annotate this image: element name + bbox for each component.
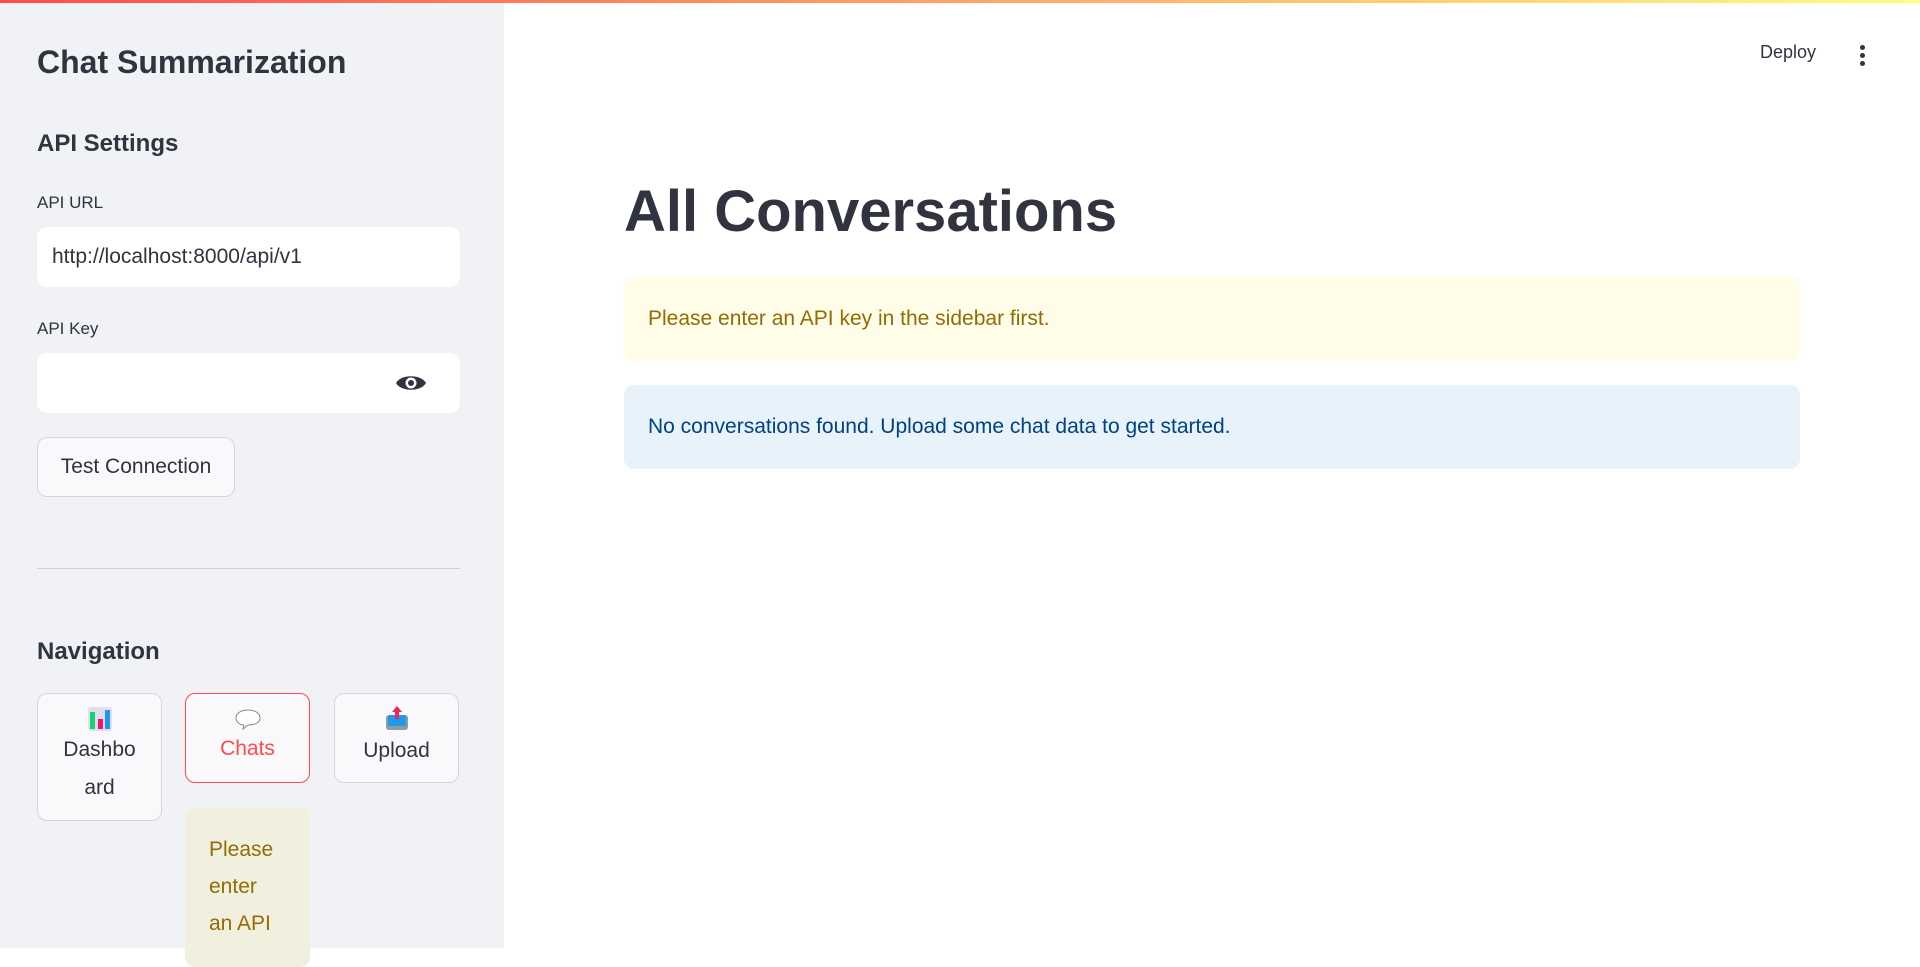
navigation-heading: Navigation <box>37 638 160 665</box>
api-url-label: API URL <box>37 193 104 212</box>
nav-label: Chats <box>220 737 275 760</box>
api-key-input[interactable] <box>37 353 460 413</box>
api-url-input[interactable]: http://localhost:8000/api/v1 <box>37 227 460 287</box>
bar-chart-icon <box>87 707 112 731</box>
info-alert: No conversations found. Upload some chat… <box>624 385 1800 469</box>
sidebar-divider <box>37 568 460 569</box>
nav-upload-button[interactable]: Upload <box>334 693 459 783</box>
speech-bubble-icon <box>234 709 261 730</box>
warning-alert: Please enter an API key in the sidebar f… <box>624 277 1800 361</box>
nav-label: Upload <box>363 739 430 762</box>
top-decoration-bar <box>0 0 1920 3</box>
test-connection-button[interactable]: Test Connection <box>37 437 235 497</box>
api-key-label: API Key <box>37 319 99 338</box>
outbox-tray-icon <box>385 706 408 730</box>
page-title: All Conversations <box>624 179 1118 244</box>
eye-icon[interactable] <box>395 372 427 394</box>
nav-dashboard-button[interactable]: Dashbo ard <box>37 693 162 821</box>
sidebar: Chat Summarization API Settings API URL … <box>0 0 504 967</box>
nav-chats-button[interactable]: Chats <box>185 693 310 783</box>
nav-warning-alert: Please enter an API <box>185 807 310 967</box>
kebab-menu-icon[interactable] <box>1852 40 1872 70</box>
app-title: Chat Summarization <box>37 44 347 80</box>
deploy-button[interactable]: Deploy <box>1760 42 1816 63</box>
nav-label: Dashbo ard <box>63 738 136 799</box>
api-settings-heading: API Settings <box>37 130 179 157</box>
